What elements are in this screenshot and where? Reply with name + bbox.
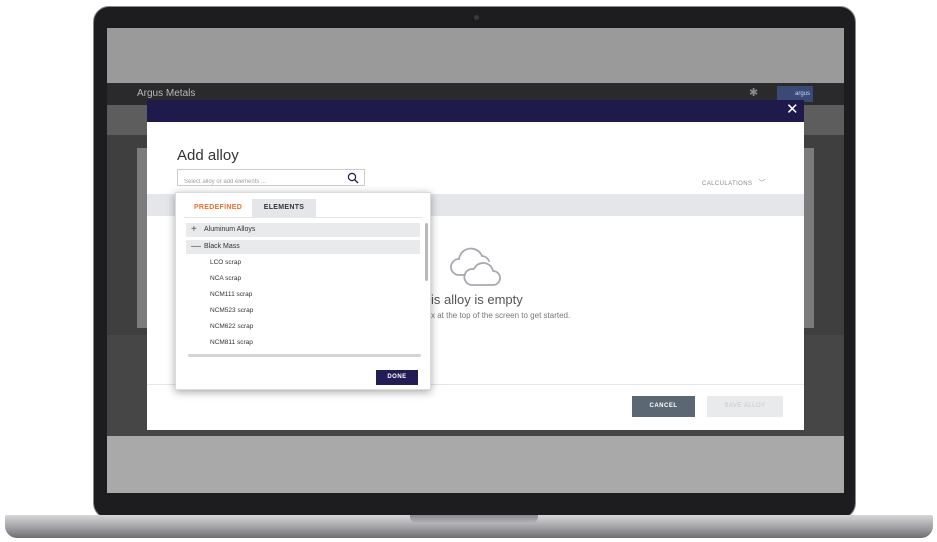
alloy-list: + Aluminum Alloys — Black Mass LCO scrap… bbox=[186, 223, 420, 355]
laptop-notch bbox=[410, 515, 538, 524]
app-brand: Argus Metals bbox=[137, 88, 196, 99]
item-label: NCM622 scrap bbox=[210, 323, 254, 330]
app-bottom-area bbox=[107, 436, 844, 493]
collapse-icon[interactable]: — bbox=[191, 240, 201, 254]
camera bbox=[474, 15, 479, 20]
search-icon[interactable] bbox=[347, 172, 359, 184]
calculations-label: CALCULATIONS bbox=[702, 181, 753, 187]
tab-divider bbox=[184, 217, 422, 218]
alloy-search-input[interactable] bbox=[178, 174, 338, 190]
calculations-toggle[interactable]: CALCULATIONS ﹀ bbox=[702, 178, 766, 188]
list-item[interactable]: NCM811 scrap bbox=[186, 336, 420, 350]
item-label: NCM523 scrap bbox=[210, 307, 254, 314]
tab-elements[interactable]: ELEMENTS bbox=[252, 199, 316, 217]
gear-icon: ✱ bbox=[749, 87, 759, 99]
chevron-down-icon: ﹀ bbox=[758, 180, 766, 187]
item-label: NCA scrap bbox=[210, 275, 242, 282]
close-icon[interactable]: ✕ bbox=[786, 101, 799, 119]
screen: Argus Metals ✱ argus ✕ Add alloy CALCULA… bbox=[107, 28, 844, 493]
horizontal-scrollbar[interactable] bbox=[188, 354, 421, 357]
laptop-lid: Argus Metals ✱ argus ✕ Add alloy CALCULA… bbox=[93, 6, 856, 519]
alloy-picker-dropdown: PREDEFINED ELEMENTS + Aluminum Alloys — … bbox=[175, 192, 431, 390]
expand-icon[interactable]: + bbox=[191, 223, 197, 237]
cancel-button[interactable]: CANCEL bbox=[632, 396, 695, 417]
group-black-mass[interactable]: — Black Mass bbox=[186, 240, 420, 254]
empty-state-title: is alloy is empty bbox=[431, 292, 523, 307]
list-item[interactable]: NCM111 scrap bbox=[186, 288, 420, 302]
list-item[interactable]: LCO scrap bbox=[186, 256, 420, 270]
tab-predefined[interactable]: PREDEFINED bbox=[188, 199, 248, 217]
list-item[interactable]: NCM523 scrap bbox=[186, 304, 420, 318]
alloy-search-box[interactable] bbox=[177, 169, 365, 190]
modal-header-bar: ✕ bbox=[147, 100, 804, 122]
modal-title: Add alloy bbox=[177, 147, 239, 164]
save-alloy-button[interactable]: SAVE ALLOY bbox=[707, 396, 783, 417]
group-label: Aluminum Alloys bbox=[204, 226, 256, 233]
list-item[interactable]: NCA scrap bbox=[186, 272, 420, 286]
cloud-icon bbox=[450, 247, 501, 286]
app-top-area bbox=[107, 28, 844, 83]
item-label: NCM111 scrap bbox=[210, 291, 253, 298]
item-label: NCM811 scrap bbox=[210, 339, 253, 346]
empty-state-message: x at the top of the screen to get starte… bbox=[431, 311, 571, 320]
group-aluminum-alloys[interactable]: + Aluminum Alloys bbox=[186, 223, 420, 237]
list-item[interactable]: NCM622 scrap bbox=[186, 320, 420, 334]
group-label: Black Mass bbox=[204, 243, 240, 250]
done-button[interactable]: DONE bbox=[376, 370, 418, 385]
item-label: LCO scrap bbox=[210, 259, 242, 266]
vertical-scrollbar[interactable] bbox=[425, 223, 428, 281]
